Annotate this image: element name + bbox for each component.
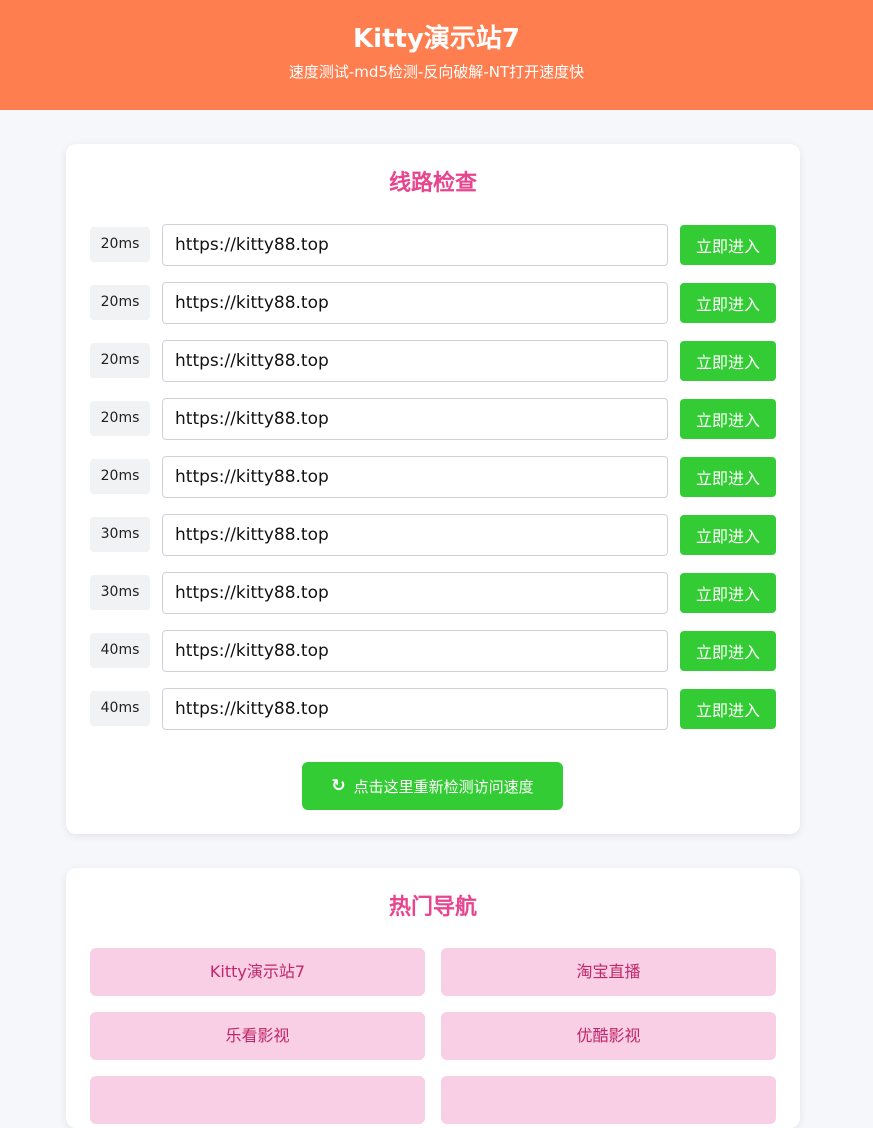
line-row: 20ms 立即进入 bbox=[90, 282, 776, 324]
line-check-title: 线路检查 bbox=[388, 171, 477, 196]
line-row: 20ms 立即进入 bbox=[90, 456, 776, 498]
enter-button[interactable]: 立即进入 bbox=[680, 515, 776, 555]
line-url-field[interactable] bbox=[162, 282, 668, 324]
nav-link[interactable]: 优酷影视 bbox=[441, 1012, 776, 1060]
line-url-field[interactable] bbox=[162, 572, 668, 614]
nav-link[interactable]: Kitty演示站7 bbox=[90, 948, 425, 996]
line-row: 20ms 立即进入 bbox=[90, 398, 776, 440]
line-row: 40ms 立即进入 bbox=[90, 688, 776, 730]
line-url-field[interactable] bbox=[162, 224, 668, 266]
enter-button[interactable]: 立即进入 bbox=[680, 399, 776, 439]
line-row: 30ms 立即进入 bbox=[90, 572, 776, 614]
refresh-icon: ↻ bbox=[331, 776, 346, 796]
line-url-field[interactable] bbox=[162, 688, 668, 730]
enter-button[interactable]: 立即进入 bbox=[680, 573, 776, 613]
latency-badge: 30ms bbox=[90, 575, 150, 610]
nav-link[interactable] bbox=[441, 1076, 776, 1124]
site-header: Kitty演示站7 速度测试-md5检测-反向破解-NT打开速度快 bbox=[0, 0, 873, 110]
nav-link[interactable] bbox=[90, 1076, 425, 1124]
line-row: 20ms 立即进入 bbox=[90, 224, 776, 266]
line-url-field[interactable] bbox=[162, 456, 668, 498]
latency-badge: 30ms bbox=[90, 517, 150, 552]
latency-badge: 20ms bbox=[90, 459, 150, 494]
enter-button[interactable]: 立即进入 bbox=[680, 457, 776, 497]
line-url-field[interactable] bbox=[162, 398, 668, 440]
latency-badge: 20ms bbox=[90, 401, 150, 436]
line-row: 20ms 立即进入 bbox=[90, 340, 776, 382]
enter-button[interactable]: 立即进入 bbox=[680, 283, 776, 323]
latency-badge: 20ms bbox=[90, 227, 150, 262]
enter-button[interactable]: 立即进入 bbox=[680, 631, 776, 671]
enter-button[interactable]: 立即进入 bbox=[680, 341, 776, 381]
enter-button[interactable]: 立即进入 bbox=[680, 689, 776, 729]
latency-badge: 40ms bbox=[90, 691, 150, 726]
enter-button[interactable]: 立即进入 bbox=[680, 225, 776, 265]
hot-nav-title: 热门导航 bbox=[388, 895, 477, 920]
hot-nav-card: 热门导航 Kitty演示站7 淘宝直播 乐看影视 优酷影视 bbox=[66, 868, 800, 1128]
latency-badge: 20ms bbox=[90, 285, 150, 320]
latency-badge: 40ms bbox=[90, 633, 150, 668]
nav-link[interactable]: 乐看影视 bbox=[90, 1012, 425, 1060]
site-subtitle: 速度测试-md5检测-反向破解-NT打开速度快 bbox=[288, 63, 585, 81]
line-check-card: 线路检查 20ms 立即进入 20ms 立即进入 20ms 立即进入 20ms … bbox=[66, 144, 800, 834]
recheck-label: 点击这里重新检测访问速度 bbox=[353, 777, 534, 796]
latency-badge: 20ms bbox=[90, 343, 150, 378]
recheck-speed-button[interactable]: ↻ 点击这里重新检测访问速度 bbox=[302, 762, 563, 810]
line-url-field[interactable] bbox=[162, 630, 668, 672]
nav-link[interactable]: 淘宝直播 bbox=[441, 948, 776, 996]
site-title: Kitty演示站7 bbox=[353, 24, 520, 54]
line-url-field[interactable] bbox=[162, 514, 668, 556]
line-row: 30ms 立即进入 bbox=[90, 514, 776, 556]
line-row: 40ms 立即进入 bbox=[90, 630, 776, 672]
line-url-field[interactable] bbox=[162, 340, 668, 382]
line-list: 20ms 立即进入 20ms 立即进入 20ms 立即进入 20ms 立即进入 … bbox=[90, 224, 776, 746]
